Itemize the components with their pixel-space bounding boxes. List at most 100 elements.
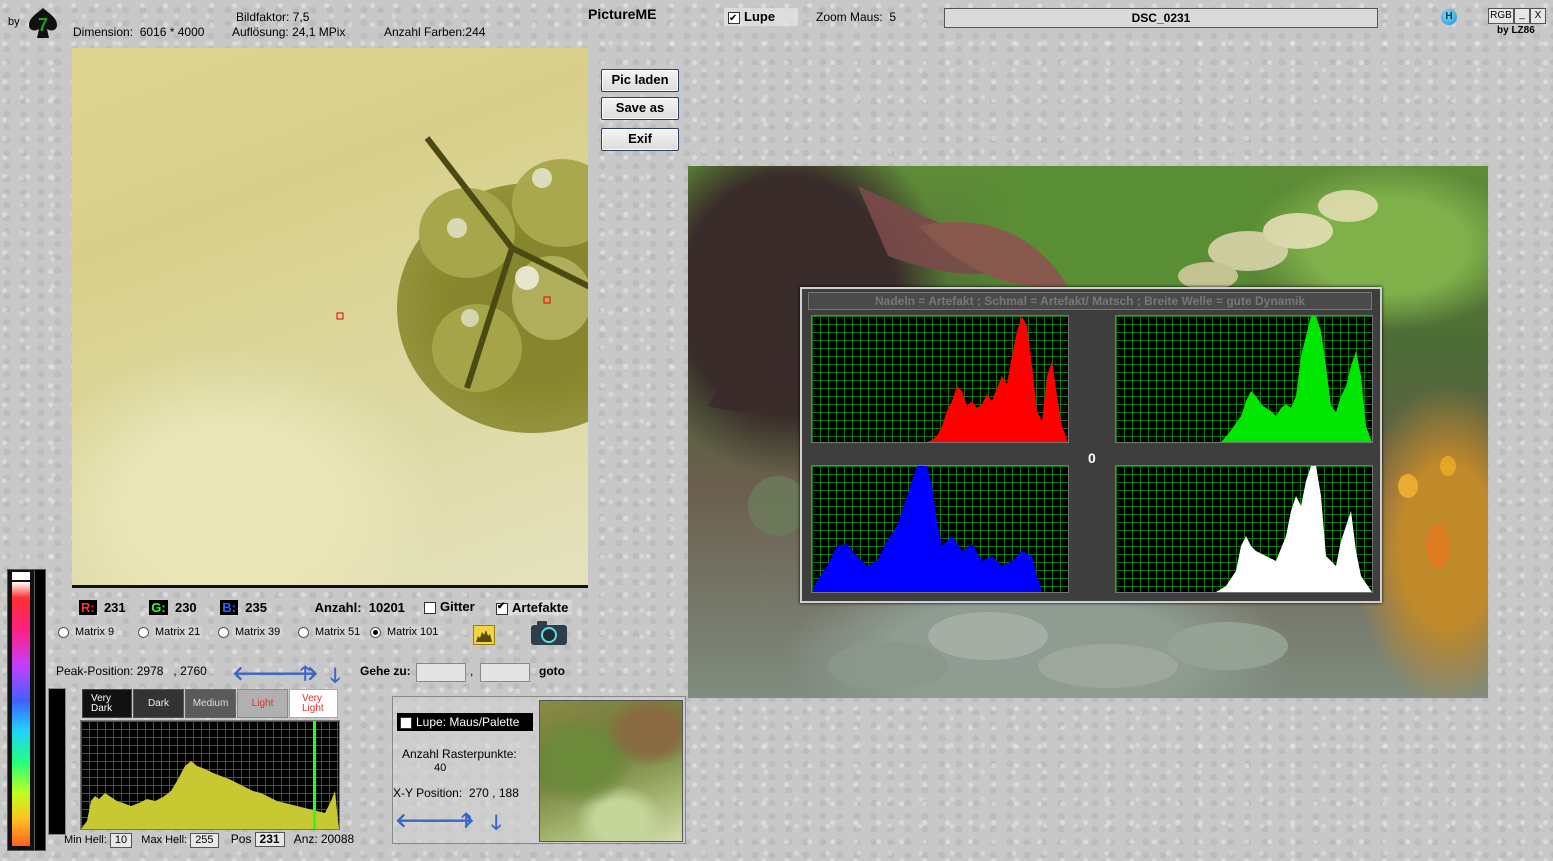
artefakte-checkbox[interactable]	[496, 601, 508, 615]
artefakte-toggle[interactable]: Artefakte	[496, 600, 573, 615]
bildfaktor-label: Bildfaktor:	[236, 10, 290, 24]
app-title: PictureME	[588, 6, 657, 22]
luminance-histogram	[1115, 465, 1373, 593]
farben-label: Anzahl Farben:	[384, 25, 466, 39]
color-spectrum-gradient	[12, 582, 30, 846]
matrix-label-39: Matrix 39	[233, 626, 283, 638]
minimize-button[interactable]: _	[1514, 8, 1530, 24]
magnifier-bud-drawing	[336, 136, 588, 433]
app-logo-icon: 7	[26, 6, 60, 40]
arrow-right-icon[interactable]: 🡒	[265, 664, 319, 684]
magnifier-view[interactable]	[72, 48, 588, 588]
lupe-preview[interactable]	[539, 700, 683, 842]
tab-dark[interactable]: Dark	[133, 689, 184, 718]
anz-value: 20088	[320, 832, 355, 846]
histogram-side-bar	[48, 688, 66, 835]
dimension-info: Dimension: 6016 * 4000	[73, 25, 204, 39]
brightness-tabs: Very Dark Dark Medium Light Very Light	[82, 689, 338, 718]
g-value: 230	[174, 600, 197, 615]
matrix-radio-9[interactable]	[58, 626, 69, 638]
min-hell-label: Min Hell:	[64, 834, 107, 846]
lupe-panel: Lupe: Maus/Palette Anzahl Rasterpunkte: …	[392, 696, 686, 844]
red-histogram	[811, 315, 1069, 443]
lupe-toggle[interactable]: Lupe	[724, 8, 798, 28]
gitter-label: Gitter	[440, 599, 475, 614]
peak-position: Peak-Position: 2978 , 2760	[56, 664, 207, 678]
tab-very-light[interactable]: Very Light	[289, 689, 338, 718]
help-icon-letter: H	[1445, 11, 1453, 22]
matrix-label-21: Matrix 21	[153, 626, 203, 638]
zoom-value: 5	[889, 10, 897, 24]
matrix-option-39[interactable]: Matrix 39	[218, 624, 286, 640]
color-spectrum-bar[interactable]	[7, 569, 35, 851]
anzahl-value: 10201	[368, 600, 405, 615]
arrow-up-icon[interactable]: 🡑	[300, 664, 310, 684]
luminance-distribution-histogram[interactable]	[80, 720, 340, 830]
goto-button[interactable]: goto	[539, 664, 565, 678]
peak-x: 2978	[136, 664, 164, 678]
peak-y: 2760	[180, 664, 207, 678]
farben-value: 244	[465, 25, 486, 39]
matrix-radio-21[interactable]	[138, 626, 149, 638]
arrow-down-icon[interactable]: 🡓	[330, 666, 340, 686]
rgb-button[interactable]: RGB	[1488, 8, 1514, 24]
b-value: 235	[245, 600, 267, 615]
matrix-label-51: Matrix 51	[313, 626, 363, 638]
matrix-radio-39[interactable]	[218, 626, 229, 638]
max-hell-value: 255	[190, 833, 219, 848]
goto-y-input[interactable]	[480, 663, 530, 682]
green-histogram	[1115, 315, 1373, 443]
anz-label: Anz:	[293, 832, 318, 846]
gitter-checkbox[interactable]	[424, 601, 436, 614]
matrix-radio-101[interactable]	[370, 626, 381, 638]
lupe-maus-palette-checkbox[interactable]	[400, 715, 412, 733]
matrix-option-101[interactable]: Matrix 101	[370, 624, 444, 640]
lupe-arrow-down-icon[interactable]: 🡓	[491, 813, 501, 833]
exif-button[interactable]: Exif	[601, 128, 679, 151]
r-value: 231	[103, 600, 126, 615]
zoom-label: Zoom Maus:	[816, 10, 883, 24]
min-hell-value: 10	[109, 833, 133, 848]
histogram-icon[interactable]	[473, 625, 495, 645]
artefakte-label: Artefakte	[512, 600, 569, 615]
filename-field: DSC_0231	[944, 8, 1378, 28]
lupe-arrow-up-icon[interactable]: 🡑	[461, 811, 471, 831]
tab-medium[interactable]: Medium	[185, 689, 236, 718]
matrix-option-9[interactable]: Matrix 9	[58, 624, 120, 640]
farben-info: Anzahl Farben:244	[384, 25, 485, 39]
aufloesung-info: Auflösung: 24,1 MPix	[232, 25, 345, 39]
by-label: by	[8, 16, 20, 28]
matrix-label-9: Matrix 9	[73, 626, 117, 638]
help-icon[interactable]: H	[1441, 9, 1457, 25]
lupe-checkbox[interactable]	[728, 10, 740, 28]
histogram-panel-title: Nadeln = Artefakt ; Schmal = Artefakt/ M…	[808, 292, 1372, 310]
color-spectrum-marker	[12, 572, 30, 580]
xy-position: X-Y Position: 270 , 188	[393, 786, 519, 800]
blue-histogram	[811, 465, 1069, 593]
camera-icon[interactable]	[530, 620, 568, 646]
raster-label: Anzahl Rasterpunkte:	[402, 747, 517, 761]
pic-laden-button[interactable]: Pic laden	[601, 69, 679, 92]
matrix-option-51[interactable]: Matrix 51	[298, 624, 366, 640]
matrix-label-101: Matrix 101	[385, 626, 441, 638]
peak-label: Peak-Position:	[56, 664, 134, 678]
main-photo[interactable]: Nadeln = Artefakt ; Schmal = Artefakt/ M…	[688, 166, 1488, 698]
matrix-option-21[interactable]: Matrix 21	[138, 624, 206, 640]
close-button[interactable]: X	[1530, 8, 1546, 24]
histogram-center-value: 0	[1088, 450, 1096, 466]
tab-light[interactable]: Light	[237, 689, 288, 718]
save-as-button[interactable]: Save as	[601, 97, 679, 120]
aufloesung-label: Auflösung:	[232, 25, 289, 39]
matrix-radio-51[interactable]	[298, 626, 309, 638]
gitter-toggle[interactable]: Gitter	[424, 599, 475, 614]
bildfaktor-value: 7,5	[292, 10, 310, 24]
tab-very-dark[interactable]: Very Dark	[82, 689, 132, 718]
lupe-label: Lupe	[744, 9, 776, 24]
xy-label: X-Y Position:	[393, 786, 463, 800]
goto-x-input[interactable]	[416, 663, 466, 682]
brightness-bar[interactable]	[34, 569, 46, 851]
pos-value: 231	[254, 832, 285, 847]
lupe-maus-palette-toggle[interactable]: Lupe: Maus/Palette	[397, 713, 533, 733]
dimension-label: Dimension:	[73, 25, 134, 39]
aufloesung-value: 24,1 MPix	[292, 25, 346, 39]
